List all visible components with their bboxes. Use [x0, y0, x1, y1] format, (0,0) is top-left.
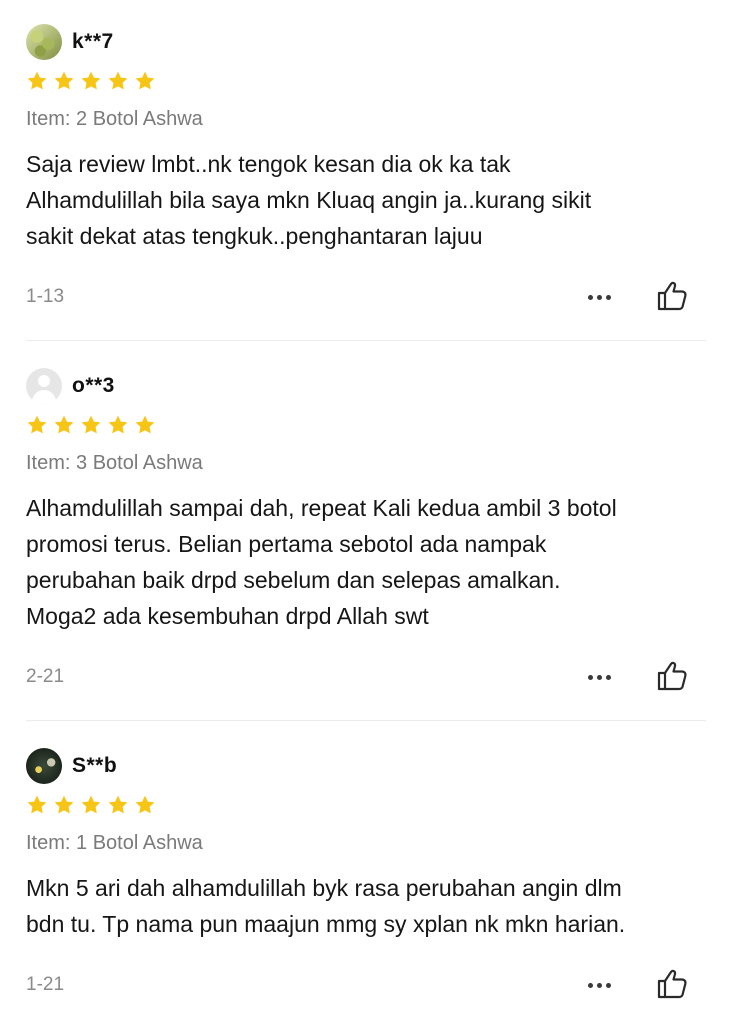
review-date: 1-13 — [26, 286, 65, 307]
username[interactable]: o**3 — [72, 374, 115, 398]
avatar[interactable] — [26, 748, 62, 784]
more-options-icon[interactable] — [584, 662, 614, 692]
review-text-line: Moga2 ada kesembuhan drpd Allah swt — [26, 603, 429, 629]
review-text-line: Saja review lmbt..nk tengok kesan dia ok… — [26, 151, 511, 177]
review-header: k**7 — [26, 24, 706, 60]
review-text-line: Mkn 5 ari dah alhamdulillah byk rasa per… — [26, 875, 622, 901]
review-header: o**3 — [26, 368, 706, 404]
star-icon — [81, 71, 101, 90]
thumbs-up-icon[interactable] — [654, 278, 690, 314]
review-text: Saja review lmbt..nk tengok kesan dia ok… — [26, 146, 698, 254]
star-icon — [108, 415, 128, 434]
username[interactable]: S**b — [72, 754, 117, 778]
reviews-page: k**7 Item: 2 Botol Ashwa Saja review lmb… — [0, 0, 732, 1024]
review-text-line: bdn tu. Tp nama pun maajun mmg sy xplan … — [26, 911, 626, 937]
review-text: Alhamdulillah sampai dah, repeat Kali ke… — [26, 490, 698, 634]
divider — [26, 340, 706, 341]
review-text: Mkn 5 ari dah alhamdulillah byk rasa per… — [26, 870, 698, 942]
star-icon — [27, 795, 47, 814]
review-text-line: perubahan baik drpd sebelum dan selepas … — [26, 567, 561, 593]
review-footer: 1-13 — [26, 278, 706, 318]
star-icon — [135, 795, 155, 814]
review-text-line: promosi terus. Belian pertama sebotol ad… — [26, 531, 547, 557]
review-footer: 2-21 — [26, 658, 706, 698]
avatar[interactable] — [26, 24, 62, 60]
star-icon — [54, 71, 74, 90]
avatar[interactable] — [26, 368, 62, 404]
star-rating — [26, 414, 706, 438]
thumbs-up-icon[interactable] — [654, 658, 690, 694]
review-footer: 1-21 — [26, 966, 706, 1006]
review-date: 2-21 — [26, 666, 65, 687]
review-text-line: Alhamdulillah sampai dah, repeat Kali ke… — [26, 495, 617, 521]
more-options-icon[interactable] — [584, 970, 614, 1000]
star-rating — [26, 70, 706, 94]
review-date: 1-21 — [26, 974, 65, 995]
star-icon — [135, 415, 155, 434]
review-card: o**3 Item: 3 Botol Ashwa Alhamdulillah s… — [26, 368, 706, 691]
review-text-line: Alhamdulillah bila saya mkn Kluaq angin … — [26, 187, 592, 213]
more-options-icon[interactable] — [584, 282, 614, 312]
divider — [26, 720, 706, 721]
item-variant: Item: 2 Botol Ashwa — [26, 108, 203, 130]
star-icon — [108, 71, 128, 90]
item-variant: Item: 3 Botol Ashwa — [26, 452, 203, 474]
star-icon — [108, 795, 128, 814]
review-header: S**b — [26, 748, 706, 784]
item-variant: Item: 1 Botol Ashwa — [26, 832, 203, 854]
star-icon — [54, 415, 74, 434]
star-icon — [27, 71, 47, 90]
username[interactable]: k**7 — [72, 30, 114, 54]
star-icon — [81, 415, 101, 434]
thumbs-up-icon[interactable] — [654, 966, 690, 1002]
star-icon — [81, 795, 101, 814]
review-card: k**7 Item: 2 Botol Ashwa Saja review lmb… — [26, 24, 706, 311]
star-icon — [135, 71, 155, 90]
review-text-line: sakit dekat atas tengkuk..penghantaran l… — [26, 223, 483, 249]
star-rating — [26, 794, 706, 818]
star-icon — [54, 795, 74, 814]
star-icon — [27, 415, 47, 434]
review-card: S**b Item: 1 Botol Ashwa Mkn 5 ari dah a… — [26, 748, 706, 999]
